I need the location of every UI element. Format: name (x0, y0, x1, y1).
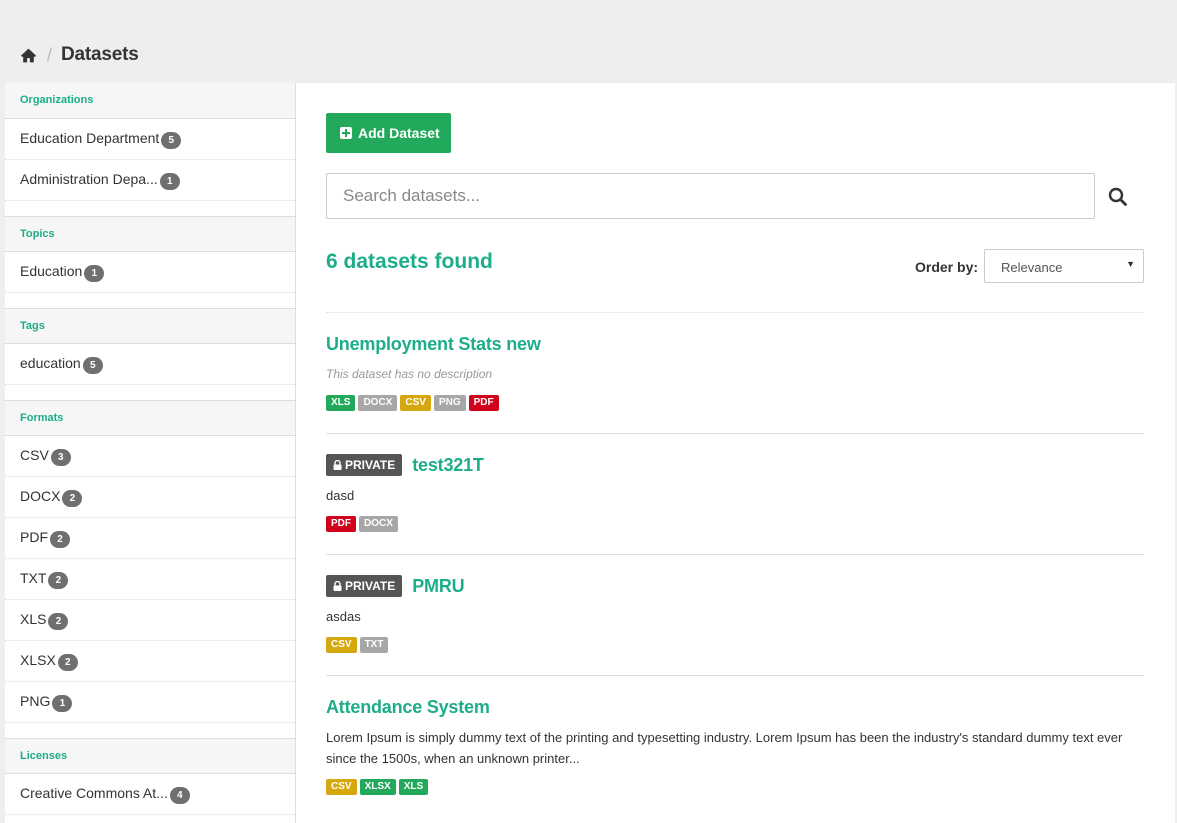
facet-topics: Topics Education 1 (5, 216, 295, 293)
facet-item-label: Creative Commons At... (20, 785, 168, 801)
facet-item-label: education (20, 355, 81, 371)
facet-title: Organizations (5, 83, 295, 119)
facet-item[interactable]: Creative Commons At... 4 (5, 774, 295, 815)
home-icon[interactable] (20, 47, 37, 64)
facet-item-label: Education Department (20, 130, 160, 146)
order-by-label: Order by: (915, 259, 979, 275)
dataset-title-link[interactable]: PMRU (412, 576, 464, 597)
dataset-item: Unemployment Stats new This dataset has … (326, 312, 1144, 433)
breadcrumb: / Datasets (20, 44, 139, 66)
facet-count-badge: 5 (82, 357, 103, 374)
facet-count-badge: 2 (50, 531, 70, 548)
add-dataset-button[interactable]: Add Dataset (326, 113, 451, 153)
dataset-listing: Add Dataset 6 datasets found Order by: R… (296, 83, 1175, 823)
facet-item[interactable]: TXT 2 (5, 559, 295, 600)
facet-item-label: CSV (20, 447, 49, 463)
facet-item[interactable]: PDF 2 (5, 518, 295, 559)
format-badge-csv[interactable]: CSV (326, 779, 357, 795)
private-label: PRIVATE (345, 579, 396, 593)
dataset-title-link[interactable]: Unemployment Stats new (326, 334, 541, 355)
facet-title: Topics (5, 216, 295, 252)
facet-item[interactable]: Administration Depa... 1 (5, 160, 295, 201)
facet-tags: Tags education 5 (5, 308, 295, 385)
facet-item-label: PDF (20, 529, 48, 545)
facet-count-badge: 2 (48, 572, 69, 589)
facet-count-badge: 1 (84, 265, 105, 282)
format-badge-docx[interactable]: DOCX (358, 395, 398, 411)
format-badges: XLS DOCX CSV PNG PDF (326, 395, 1144, 411)
facet-licenses: Licenses Creative Commons At... 4 (5, 738, 295, 815)
format-badges: PDF DOCX (326, 516, 1144, 532)
order-by-value: Relevance (1001, 260, 1063, 275)
facet-item[interactable]: Education Department 5 (5, 119, 295, 160)
dataset-description: asdas (326, 609, 361, 624)
format-badges: CSV TXT (326, 637, 1144, 653)
format-badge-xlsx[interactable]: XLSX (359, 779, 396, 795)
facet-item[interactable]: Education 1 (5, 252, 295, 293)
dataset-title-link[interactable]: Attendance System (326, 697, 490, 718)
facet-item-label: XLSX (20, 652, 56, 668)
dataset-item: PRIVATE test321T dasd PDF DOCX (326, 433, 1144, 554)
breadcrumb-current[interactable]: Datasets (61, 44, 139, 66)
facet-formats: Formats CSV 3 DOCX 2 PDF 2 TXT 2 XLS 2 XLSX 2 … (5, 400, 295, 723)
search-icon[interactable] (1107, 186, 1129, 208)
add-dataset-label: Add Dataset (358, 125, 440, 141)
format-badge-csv[interactable]: CSV (326, 637, 357, 653)
dataset-description: This dataset has no description (326, 367, 493, 381)
facet-item[interactable]: XLS 2 (5, 600, 295, 641)
facet-count-badge: 1 (159, 173, 180, 190)
format-badge-xls[interactable]: XLS (398, 779, 429, 795)
sidebar-facets: Organizations Education Department 5 Admi… (5, 83, 296, 823)
facet-item-label: DOCX (20, 488, 61, 504)
order-by-select[interactable]: Relevance ▼ (984, 249, 1144, 283)
lock-icon (333, 581, 342, 591)
breadcrumb-separator: / (47, 44, 53, 65)
facet-item[interactable]: DOCX 2 (5, 477, 295, 518)
private-badge: PRIVATE (326, 575, 403, 597)
facet-count-badge: 3 (50, 449, 71, 466)
facet-count-badge: 4 (169, 787, 190, 804)
facet-item-label: Education (20, 263, 83, 279)
dataset-description: Lorem Ipsum is simply dummy text of the … (326, 730, 1123, 766)
format-badge-docx[interactable]: DOCX (359, 516, 398, 532)
facet-item-label: Administration Depa... (20, 171, 158, 187)
private-label: PRIVATE (345, 458, 396, 472)
format-badge-xls[interactable]: XLS (326, 395, 356, 411)
lock-icon (333, 460, 342, 470)
format-badges: CSV XLSX XLS (326, 779, 1144, 795)
dataset-item: Attendance System Lorem Ipsum is simply … (326, 675, 1144, 796)
private-badge: PRIVATE (326, 454, 403, 476)
content-area: Organizations Education Department 5 Admi… (5, 83, 1175, 823)
search-input[interactable] (326, 173, 1095, 219)
facet-item[interactable]: PNG 1 (5, 682, 295, 723)
facet-count-badge: 2 (62, 490, 83, 507)
facet-item-label: XLS (20, 611, 47, 627)
facet-title: Formats (5, 400, 295, 436)
facet-count-badge: 5 (161, 132, 182, 149)
plus-square-icon (340, 127, 352, 139)
facet-title: Tags (5, 308, 295, 344)
facet-count-badge: 2 (57, 654, 78, 671)
facet-item[interactable]: education 5 (5, 344, 295, 385)
format-badge-pdf[interactable]: PDF (468, 395, 499, 411)
format-badge-txt[interactable]: TXT (359, 637, 389, 653)
facet-title: Licenses (5, 738, 295, 774)
facet-item-label: PNG (20, 693, 51, 709)
format-badge-csv[interactable]: CSV (400, 395, 431, 411)
dataset-title-link[interactable]: test321T (412, 455, 484, 476)
caret-down-icon: ▼ (1126, 259, 1135, 269)
facet-organizations: Organizations Education Department 5 Admi… (5, 83, 295, 201)
dataset-description: dasd (326, 488, 355, 503)
format-badge-pdf[interactable]: PDF (326, 516, 356, 532)
facet-item[interactable]: XLSX 2 (5, 641, 295, 682)
facet-count-badge: 1 (52, 695, 73, 712)
dataset-list: Unemployment Stats new This dataset has … (326, 312, 1144, 796)
header-bar: / Datasets (0, 0, 1177, 84)
facet-count-badge: 2 (48, 613, 69, 630)
format-badge-png[interactable]: PNG (433, 395, 466, 411)
dataset-item: PRIVATE PMRU asdas CSV TXT (326, 554, 1144, 675)
results-count-heading: 6 datasets found (326, 250, 493, 273)
facet-item[interactable]: CSV 3 (5, 436, 295, 477)
facet-item-label: TXT (20, 570, 47, 586)
